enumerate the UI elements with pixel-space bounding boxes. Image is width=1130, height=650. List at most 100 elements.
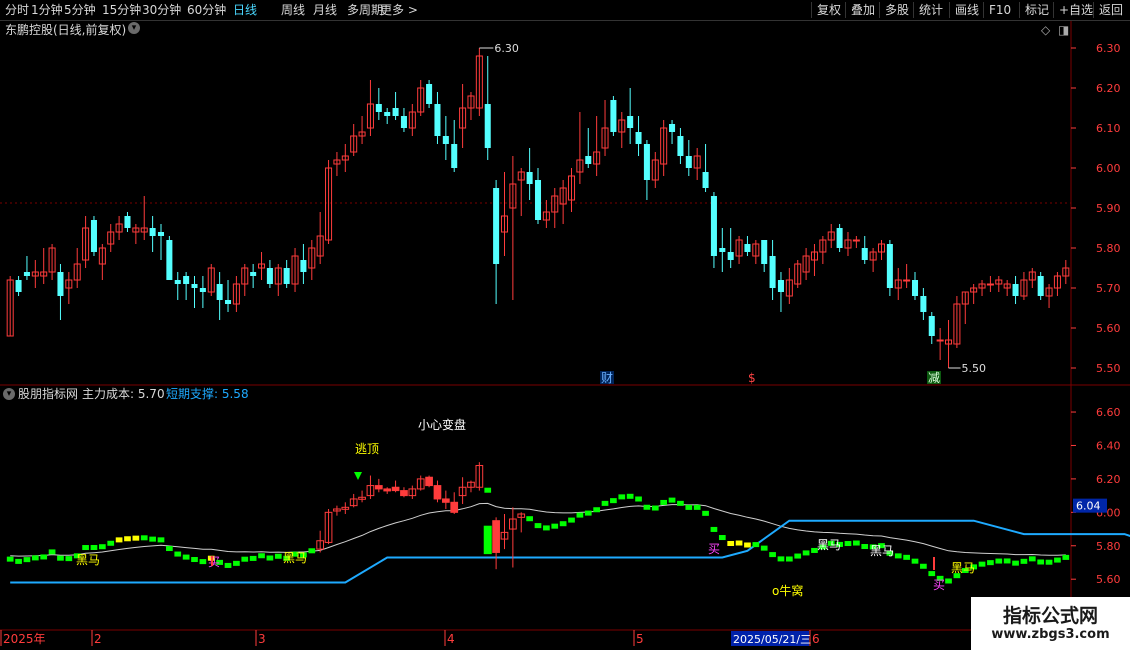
watermark-url: www.zbgs3.com [991,627,1110,642]
candle-body-up [852,239,860,242]
indicator-bar [785,556,793,562]
ind-candle-body [441,498,450,503]
indicator-bar [1028,556,1036,562]
indicator-bar [978,561,986,567]
candle-body-down [526,172,533,184]
dark-horse-label-4: 黑马 [870,544,894,558]
main-y-tick: 5.60 [1096,322,1121,335]
indicator-bar [57,555,64,561]
diamond-icon[interactable]: ◇ [1041,22,1050,38]
candle-body-down [224,300,232,304]
indicator-bar [132,535,140,541]
candle-body-down [635,132,642,144]
candle-body-down [124,216,131,228]
indicator-bar [584,510,592,516]
ind-y-tick: 6.40 [1096,439,1121,452]
candle-body-down [836,228,843,248]
indicator-bar [626,493,634,499]
main-y-tick: 5.70 [1096,282,1121,295]
indicator-bar [593,507,600,513]
main-y-tick: 6.10 [1096,122,1121,135]
x-axis-label: 6 [812,632,820,646]
ind-candle-body [492,520,500,553]
indicator-bar [1012,560,1019,566]
indicator-bar [651,505,659,511]
watermark: 指标公式网 www.zbgs3.com [971,597,1130,650]
indicator-bar [233,560,240,566]
chart-stage: 6.30 6.20 6.10 6.00 5.90 5.80 5.70 5.60 5.50 6.60… [0,21,1130,646]
ind-candle-body [391,486,400,492]
indicator-bar [685,504,693,510]
candle-body-down [57,272,64,296]
indicator-bar [484,487,492,493]
indicator-bar [802,550,810,556]
candle-body-down [719,248,726,252]
x-axis-label: 2025年 [3,632,46,646]
candle-body-down [23,272,30,276]
indicator-bar [90,544,98,550]
short-support-label: 短期支撑: 5.58 [166,387,249,401]
candle-body-down [266,268,273,284]
indicator-bar [610,498,617,504]
ind-candle-body [433,485,442,500]
indicator-bar [853,540,860,546]
escape-top-label: 逃顶 [355,442,379,456]
indicator-bar [693,504,701,510]
event-marker-dollar: $ [748,371,756,385]
main-y-tick: 5.80 [1096,242,1121,255]
indicator-bar [777,556,785,562]
main-chart-title: 东鹏控股(日线,前复权) [5,23,127,37]
indicator-bar [568,517,575,523]
candle-body-down [928,316,935,336]
candle-body-down [744,244,751,252]
candle-body-down [484,104,491,148]
ind-y-tick: 6.20 [1096,473,1121,486]
dark-horse-label-3: 黑马 [817,538,841,552]
indicator-bar [115,537,123,543]
indicator-bar [1020,558,1028,564]
indicator-bar [107,540,115,546]
indicator-bar [735,540,743,546]
indicator-bar [308,548,316,554]
indicator-bar [660,499,668,505]
candle-body-down [669,124,676,132]
dark-horse-label-1: 黑马 [76,553,100,567]
indicator-bar [98,544,106,550]
indicator-bar [82,545,89,551]
panel-toggle-icon[interactable]: ◨ [1058,22,1069,38]
candle-body-down [149,228,156,236]
main-chart-dropdown-icon[interactable]: ▾ [128,22,140,34]
cursor-date: 2025/05/21/三 [733,633,811,646]
indicator-bar [559,521,567,527]
indicator-dropdown-icon[interactable]: ▾ [3,388,15,400]
indicator-bar [526,516,533,522]
indicator-bar [668,497,676,503]
ind-candle-body [383,488,392,492]
candle-body-down [1037,276,1044,296]
indicator-bar [894,553,902,559]
candle-body-down [911,280,919,296]
buy-label-3: 买 [933,578,945,592]
indicator-bar [551,523,559,529]
indicator-bar [65,556,73,562]
caution-label: 小心变盘 [418,417,466,432]
indicator-bar [718,535,726,541]
main-y-tick: 6.30 [1096,42,1121,55]
indicator-bar [224,562,232,568]
indicator-bar [920,563,927,569]
candle-body-down [283,268,290,284]
ind-y-tick: 5.60 [1096,573,1121,586]
candle-body-down [585,156,592,164]
candle-body-up [936,339,944,342]
indicator-bar [266,555,274,561]
indicator-bar [543,525,550,531]
candle-body-down [685,156,692,168]
indicator-bar [182,554,190,560]
indicator-bar [844,541,852,547]
candle-body-down [761,240,768,264]
indicator-bar [40,554,48,560]
candle-body-down [710,196,717,256]
candle-body-down [375,104,382,112]
candle-body-down [191,284,198,288]
indicator-bar [618,494,626,500]
